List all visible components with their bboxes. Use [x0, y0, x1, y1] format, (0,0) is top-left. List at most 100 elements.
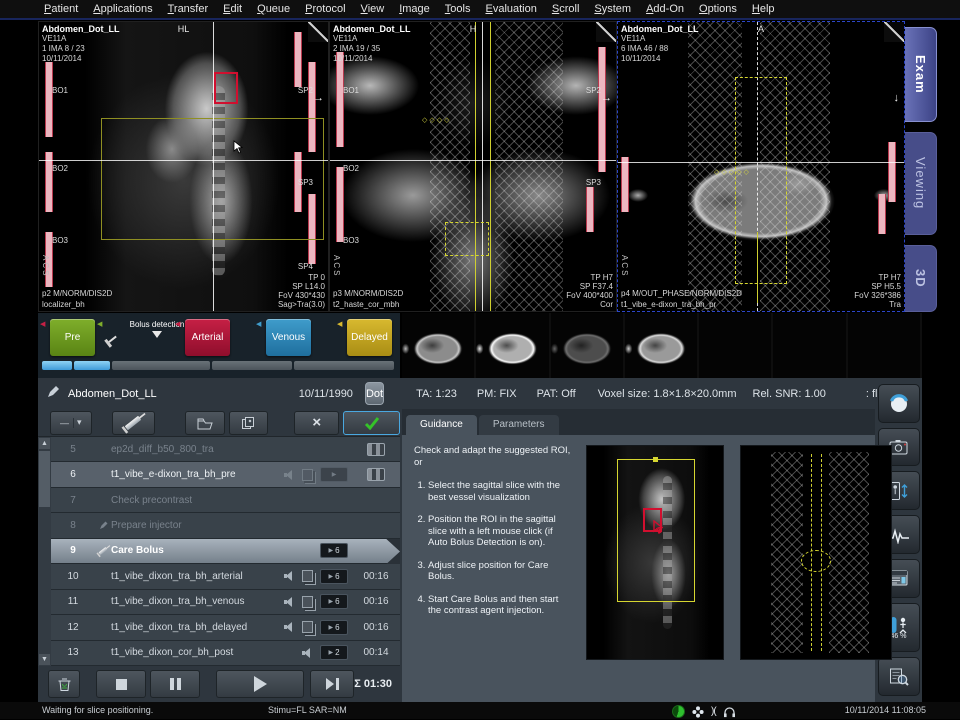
menu-image[interactable]: Image — [399, 3, 430, 15]
image-thumbnail[interactable] — [402, 313, 476, 378]
tab-exam[interactable]: Exam — [905, 27, 937, 122]
slice-marker[interactable] — [336, 52, 344, 147]
scan-duration: 00:14 — [352, 647, 400, 658]
headphones-icon — [723, 706, 736, 718]
phase-venous[interactable]: Venous — [266, 319, 311, 356]
open-protocol-button[interactable] — [185, 411, 225, 435]
phase-pre[interactable]: Pre — [50, 319, 95, 356]
menu-transfer[interactable]: Transfer — [168, 3, 209, 15]
slice-marker[interactable] — [336, 167, 344, 242]
slice-marker[interactable] — [294, 32, 302, 87]
menu-protocol[interactable]: Protocol — [305, 3, 345, 15]
stop-button[interactable] — [96, 670, 146, 698]
image-thumbnail[interactable] — [476, 313, 550, 378]
slice-marker[interactable] — [586, 187, 594, 232]
head-coil-button[interactable] — [878, 384, 920, 423]
page-peel-icon[interactable] — [308, 22, 328, 42]
slice-marker[interactable] — [621, 157, 629, 212]
slice-position-line[interactable] — [482, 22, 483, 311]
dot-button[interactable]: Dot — [365, 382, 384, 405]
queue-row-5[interactable]: 5 ep2d_diff_b50_800_tra — [51, 437, 400, 462]
viewport-stage: → Abdomen_Dot_LL VE11A 1 IMA 8 / 23 10/1… — [38, 21, 941, 312]
menu-view[interactable]: View — [361, 3, 385, 15]
queue-row-9-selected[interactable]: 9 Care Bolus ▶6 — [51, 539, 400, 564]
menu-applications[interactable]: Applications — [93, 3, 152, 15]
menu-patient[interactable]: Patient — [44, 3, 78, 15]
discard-button[interactable] — [48, 670, 80, 698]
film-icon[interactable] — [367, 443, 385, 456]
page-peel-icon[interactable] — [596, 22, 616, 42]
menu-addon[interactable]: Add-On — [646, 3, 684, 15]
menu-queue[interactable]: Queue — [257, 3, 290, 15]
image-thumbnail[interactable] — [551, 313, 625, 378]
slice-marker[interactable] — [45, 152, 53, 212]
viewport-coronal[interactable]: ◇◇◇◇ → Abdomen_Dot_LL VE11A 2 IMA 19 / 3… — [329, 21, 617, 312]
queue-options-dropdown[interactable]: —▾ — [50, 411, 92, 435]
slice-marker[interactable] — [888, 142, 896, 202]
geometry-info: TP H7 SP H5.5 FoV 326*386 Tra — [854, 273, 901, 309]
image-thumbnail[interactable] — [625, 313, 699, 378]
queue-row-7[interactable]: 7 Check precontrast — [51, 488, 400, 513]
queue-row-13[interactable]: 13 t1_vibe_dixon_cor_bh_post ▶2 00:14 — [51, 641, 400, 666]
protocol-name: Abdomen_Dot_LL — [68, 388, 157, 400]
slice-handle-markers[interactable]: ◇◇◇◇ — [422, 116, 452, 124]
scroll-down-icon[interactable]: ▼ — [39, 654, 50, 665]
copy-protocol-button[interactable] — [229, 411, 269, 435]
inject-button[interactable] — [112, 411, 155, 435]
phase-arterial[interactable]: Arterial — [185, 319, 230, 356]
queue-row-6[interactable]: 6 t1_vibe_e-dixon_tra_bh_pre ▶ — [51, 462, 400, 487]
axial-position-line[interactable] — [330, 160, 616, 161]
page-peel-icon[interactable] — [884, 22, 904, 42]
queue-row-11[interactable]: 11 t1_vibe_dixon_tra_bh_venous ▶6 00:16 — [51, 590, 400, 615]
phase-delayed[interactable]: Delayed — [347, 319, 392, 356]
protocol-browser-button[interactable] — [878, 657, 920, 696]
slice-group-line[interactable] — [490, 22, 491, 311]
scrollbar-thumb[interactable] — [39, 451, 50, 507]
queue-row-12[interactable]: 12 t1_vibe_dixon_tra_bh_delayed ▶6 00:16 — [51, 615, 400, 640]
edit-pencil-icon[interactable] — [47, 386, 59, 401]
viewport-sagittal[interactable]: → Abdomen_Dot_LL VE11A 1 IMA 8 / 23 10/1… — [38, 21, 329, 312]
scroll-right-icon[interactable]: → — [313, 92, 324, 104]
slice-marker[interactable] — [878, 194, 886, 234]
scroll-down-icon[interactable]: ↓ — [894, 92, 900, 104]
tracking-ellipse — [801, 550, 831, 572]
start-button[interactable] — [216, 670, 304, 698]
cancel-button[interactable]: × — [294, 411, 339, 435]
slice-handle-markers[interactable]: ◇◇◇◇◇ — [714, 168, 751, 176]
step-number: 11 — [51, 596, 95, 607]
tab-guidance[interactable]: Guidance — [406, 415, 477, 435]
slice-position-line[interactable] — [213, 22, 214, 311]
menu-edit[interactable]: Edit — [223, 3, 242, 15]
skip-button[interactable] — [310, 670, 354, 698]
menu-system[interactable]: System — [594, 3, 631, 15]
care-bolus-roi[interactable] — [214, 72, 238, 104]
slice-marker[interactable] — [45, 62, 53, 137]
saturation-band — [771, 452, 803, 653]
queue-row-10[interactable]: 10 t1_vibe_dixon_tra_bh_arterial ▶6 00:1… — [51, 564, 400, 589]
menu-options[interactable]: Options — [699, 3, 737, 15]
axial-position-line[interactable] — [39, 160, 328, 161]
tab-3d[interactable]: 3D — [905, 245, 937, 312]
tab-parameters[interactable]: Parameters — [479, 415, 559, 435]
menu-help[interactable]: Help — [752, 3, 775, 15]
scroll-right-icon[interactable]: → — [601, 92, 612, 104]
search-document-icon — [888, 666, 910, 688]
image-parameters: p4 M/OUT_PHASE/NORM/DIS2D — [621, 289, 742, 298]
tab-viewing[interactable]: Viewing — [905, 132, 937, 236]
slice-marker[interactable] — [598, 47, 606, 172]
menu-scroll[interactable]: Scroll — [552, 3, 580, 15]
menu-tools[interactable]: Tools — [445, 3, 471, 15]
tracking-region[interactable] — [445, 222, 489, 256]
slice-group-line[interactable] — [475, 22, 476, 311]
queue-row-8[interactable]: 8 Prepare injector — [51, 513, 400, 538]
queue-toolbar: —▾ × — [38, 409, 400, 436]
film-icon[interactable] — [367, 468, 385, 481]
apply-button[interactable] — [343, 411, 400, 435]
tracking-column[interactable] — [735, 77, 787, 284]
pause-button[interactable] — [150, 670, 200, 698]
menu-evaluation[interactable]: Evaluation — [485, 3, 536, 15]
image-date: 10/11/2014 — [621, 54, 699, 64]
queue-scrollbar[interactable]: ▲ ▼ — [38, 437, 51, 666]
viewport-axial-selected[interactable]: ◇◇◇◇◇ ↓ Abdomen_Dot_LL VE11A 6 IMA 46 / … — [617, 21, 905, 312]
scroll-up-icon[interactable]: ▲ — [39, 438, 50, 449]
